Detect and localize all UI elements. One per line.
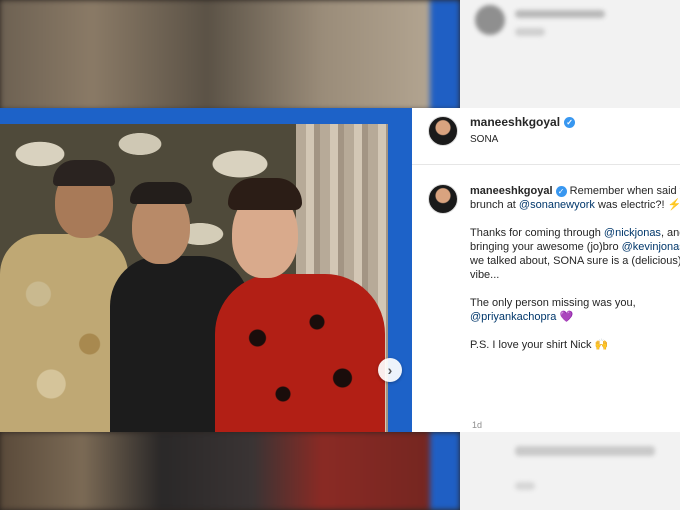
- caption-username[interactable]: maneeshkgoyal: [470, 185, 553, 197]
- mention-link[interactable]: @nickjonas: [604, 227, 661, 239]
- person-left-hair: [53, 160, 115, 186]
- person-left: [0, 234, 128, 432]
- blurred-panel-bottom: [460, 432, 680, 510]
- blurred-timestamp: [515, 482, 535, 490]
- next-photo-button[interactable]: ›: [378, 358, 402, 382]
- blurred-photo-bottom: [0, 432, 460, 510]
- avatar[interactable]: [428, 184, 458, 214]
- person-right: [215, 274, 385, 432]
- caption-text-part: The only person missing was you,: [470, 297, 636, 309]
- post-username[interactable]: maneeshkgoyal ✓: [470, 115, 576, 129]
- post-media-frame: ›: [0, 108, 412, 432]
- caption-text-part: was electric?!: [594, 199, 668, 211]
- blurred-caption: [515, 446, 655, 456]
- chevron-right-icon: ›: [387, 362, 393, 378]
- mention-link[interactable]: @sonanewyork: [519, 199, 595, 211]
- verified-badge-icon: ✓: [555, 186, 567, 197]
- username-text[interactable]: maneeshkgoyal: [470, 115, 560, 129]
- frame-edge: [430, 432, 460, 510]
- blurred-avatar: [475, 5, 505, 35]
- blurred-photo-top: [0, 0, 460, 110]
- blurred-panel-top: [460, 0, 680, 110]
- blurred-username: [515, 10, 605, 18]
- caption-text-part: Thanks for coming through: [470, 227, 604, 239]
- mention-link[interactable]: @priyankachopra: [470, 311, 556, 323]
- verified-badge-icon: ✓: [564, 116, 576, 128]
- lightning-emoji: ⚡⚡: [667, 199, 680, 211]
- post-header: maneeshkgoyal ✓ SONA: [412, 108, 680, 165]
- post-location[interactable]: SONA: [470, 134, 498, 145]
- instagram-post: › maneeshkgoyal ✓ SONA maneeshkgoyal ✓ R…: [0, 108, 680, 432]
- post-timestamp[interactable]: 1d: [472, 420, 482, 430]
- person-middle-hair: [130, 182, 192, 204]
- avatar[interactable]: [428, 116, 458, 146]
- person-right-hair: [228, 178, 302, 210]
- caption-text-part: P.S. I love your shirt Nick 🙌: [470, 339, 609, 351]
- frame-edge: [430, 0, 460, 110]
- caption-text: maneeshkgoyal ✓ Remember when said that …: [470, 184, 680, 366]
- mention-link[interactable]: @kevinjonas: [622, 241, 680, 253]
- post-side-panel: maneeshkgoyal ✓ SONA maneeshkgoyal ✓ Rem…: [412, 108, 680, 432]
- post-photo[interactable]: [0, 124, 388, 432]
- blurred-location: [515, 28, 545, 36]
- purple-heart-emoji: 💜: [556, 311, 574, 323]
